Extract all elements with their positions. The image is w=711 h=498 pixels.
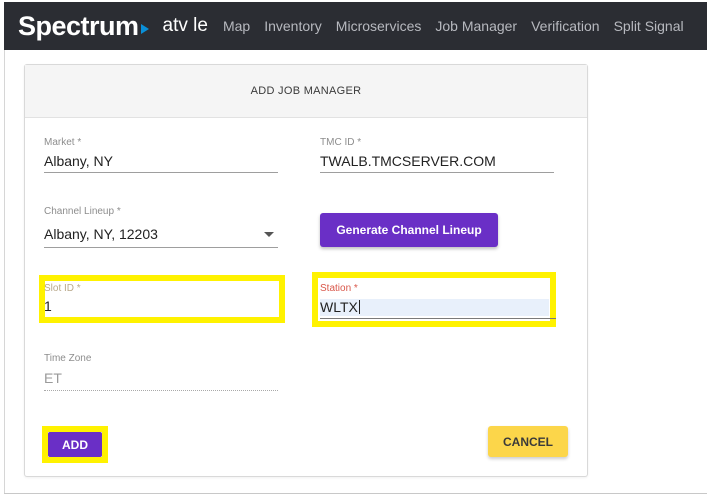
market-underline	[44, 172, 278, 173]
channel-lineup-select[interactable]: Channel Lineup * Albany, NY, 12203	[44, 206, 278, 250]
nav-item-job-manager[interactable]: Job Manager	[428, 18, 524, 34]
app-name: atv le	[162, 15, 208, 36]
time-zone-label: Time Zone	[44, 353, 92, 364]
channel-lineup-value[interactable]: Albany, NY, 12203	[44, 226, 158, 242]
card-header: ADD JOB MANAGER	[25, 65, 587, 118]
add-button[interactable]: ADD	[48, 432, 102, 457]
slot-id-label: Slot ID *	[44, 283, 81, 294]
chevron-down-icon[interactable]	[264, 232, 274, 237]
text-cursor	[358, 300, 360, 314]
page-bottom-border	[4, 493, 707, 494]
tmc-id-underline	[320, 172, 554, 173]
card-title: ADD JOB MANAGER	[250, 85, 362, 97]
main-nav: Map Inventory Microservices Job Manager …	[216, 18, 691, 34]
nav-item-map[interactable]: Map	[216, 18, 257, 34]
nav-item-verification[interactable]: Verification	[524, 18, 606, 34]
station-field[interactable]: Station * WLTX	[320, 283, 556, 319]
time-zone-value: ET	[44, 370, 62, 386]
cancel-button[interactable]: CANCEL	[488, 426, 568, 457]
market-input[interactable]: Albany, NY	[44, 153, 113, 169]
nav-item-split-signal[interactable]: Split Signal	[607, 18, 691, 34]
tmc-id-input[interactable]: TWALB.TMCSERVER.COM	[320, 153, 496, 169]
channel-lineup-label: Channel Lineup *	[44, 206, 121, 217]
brand-logo[interactable]: Spectrum	[18, 11, 149, 42]
slot-id-field[interactable]: Slot ID * 1	[44, 283, 274, 319]
nav-item-inventory[interactable]: Inventory	[257, 18, 329, 34]
time-zone-field: Time Zone ET	[44, 353, 278, 393]
market-field[interactable]: Market * Albany, NY	[44, 137, 278, 177]
station-input-wrap[interactable]: WLTX	[320, 299, 360, 315]
generate-channel-lineup-button[interactable]: Generate Channel Lineup	[320, 213, 498, 247]
channel-lineup-underline	[44, 247, 278, 248]
nav-item-microservices[interactable]: Microservices	[329, 18, 429, 34]
top-nav-bar: Spectrum atv le Map Inventory Microservi…	[4, 2, 707, 50]
tmc-id-label: TMC ID *	[320, 137, 362, 148]
add-job-manager-card: ADD JOB MANAGER Market * Albany, NY TMC …	[24, 64, 588, 477]
station-label: Station *	[320, 283, 358, 294]
page-left-border	[4, 50, 5, 494]
slot-id-input[interactable]: 1	[44, 298, 52, 314]
market-label: Market *	[44, 137, 82, 148]
brand-arrow-icon	[140, 24, 149, 34]
brand-wordmark: Spectrum	[18, 10, 139, 41]
tmc-id-field[interactable]: TMC ID * TWALB.TMCSERVER.COM	[320, 137, 554, 177]
time-zone-underline	[44, 390, 278, 391]
station-underline	[320, 318, 556, 319]
station-input[interactable]: WLTX	[320, 299, 358, 315]
